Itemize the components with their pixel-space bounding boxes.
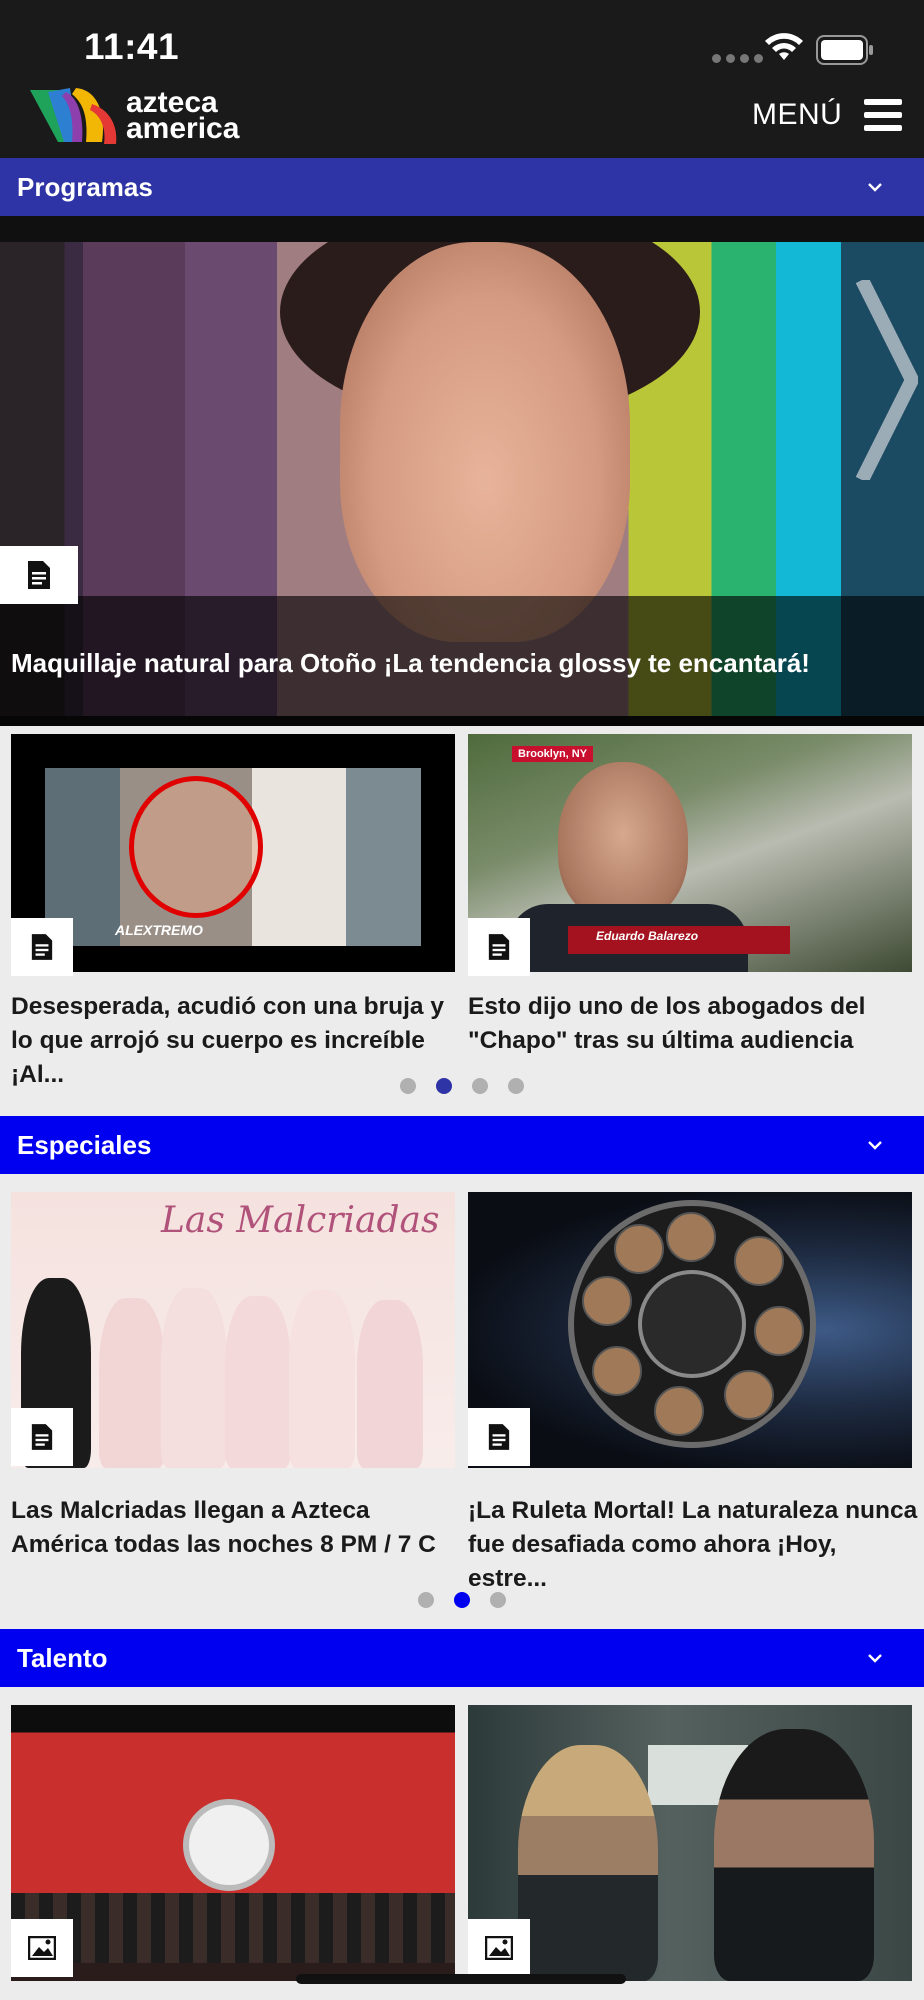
hero-article[interactable]: Maquillaje natural para Otoño ¡La tenden…	[0, 216, 924, 726]
status-time: 11:41	[84, 26, 180, 67]
section-bar-especiales[interactable]: Especiales	[0, 1116, 924, 1174]
logo-mark-icon	[30, 88, 117, 144]
page-dot[interactable]	[508, 1078, 524, 1094]
document-icon	[28, 561, 50, 589]
article-thumbnail: Las Malcriadas	[11, 1192, 455, 1468]
article-badge	[468, 1408, 530, 1466]
document-icon	[31, 1424, 53, 1450]
article-badge	[0, 546, 78, 604]
home-indicator	[296, 1974, 626, 1984]
document-icon	[31, 934, 53, 960]
article-badge	[11, 1408, 73, 1466]
lower-third: Eduardo Balarezo	[568, 926, 790, 954]
location-label: Brooklyn, NY	[512, 746, 594, 762]
chevron-right-icon[interactable]	[852, 280, 918, 480]
chevron-down-icon	[868, 1654, 882, 1663]
signal-icon	[712, 54, 763, 63]
logo-line2: america	[126, 112, 240, 145]
article-thumbnail	[468, 1192, 912, 1468]
page-dot-active[interactable]	[454, 1592, 470, 1608]
menu-button[interactable]: MENÚ	[752, 98, 903, 132]
section-title: Programas	[17, 171, 153, 202]
article-thumbnail: ALEXTREMO	[11, 734, 455, 972]
section-title: Especiales	[17, 1129, 152, 1160]
hero-title: Maquillaje natural para Otoño ¡La tenden…	[11, 648, 810, 678]
article-title: ¡La Ruleta Mortal! La naturaleza nunca f…	[468, 1497, 918, 1592]
image-icon	[28, 1936, 56, 1960]
thumbnail-overlay-text: ALEXTREMO	[115, 922, 203, 938]
section-bar-talento[interactable]: Talento	[0, 1629, 924, 1687]
section-bar-programas[interactable]: Programas	[0, 158, 924, 216]
logo-text: azteca america	[126, 88, 240, 145]
carousel-pagination	[418, 1592, 506, 1608]
image-icon	[485, 1936, 513, 1960]
carousel-pagination	[400, 1078, 524, 1094]
gallery-badge	[468, 1919, 530, 1977]
gallery-thumbnail	[11, 1705, 455, 1981]
article-title: Esto dijo uno de los abogados del "Chapo…	[468, 993, 866, 1054]
article-title: Desesperada, acudió con una bruja y lo q…	[11, 993, 444, 1088]
section-title: Talento	[17, 1642, 108, 1673]
document-icon	[488, 934, 510, 960]
article-title: Las Malcriadas llegan a Azteca América t…	[11, 1497, 436, 1558]
article-badge	[468, 918, 530, 976]
page-dot[interactable]	[490, 1592, 506, 1608]
thumbnail-script-title: Las Malcriadas	[161, 1200, 440, 1241]
menu-label: MENÚ	[752, 98, 843, 131]
page-dot[interactable]	[400, 1078, 416, 1094]
chevron-down-icon	[868, 183, 882, 192]
hamburger-menu-icon	[864, 99, 903, 131]
article-thumbnail: Brooklyn, NY Eduardo Balarezo	[468, 734, 912, 972]
battery-icon	[816, 35, 873, 65]
page-dot-active[interactable]	[436, 1078, 452, 1094]
gallery-thumbnail	[468, 1705, 912, 1981]
app-header: 11:41 azteca america MENÚ	[0, 0, 924, 158]
gallery-badge	[11, 1919, 73, 1977]
chevron-down-icon	[868, 1141, 882, 1150]
page-dot[interactable]	[418, 1592, 434, 1608]
page-dot[interactable]	[472, 1078, 488, 1094]
document-icon	[488, 1424, 510, 1450]
article-badge	[11, 918, 73, 976]
wifi-icon	[765, 33, 803, 60]
azteca-america-logo[interactable]: azteca america	[28, 84, 240, 148]
